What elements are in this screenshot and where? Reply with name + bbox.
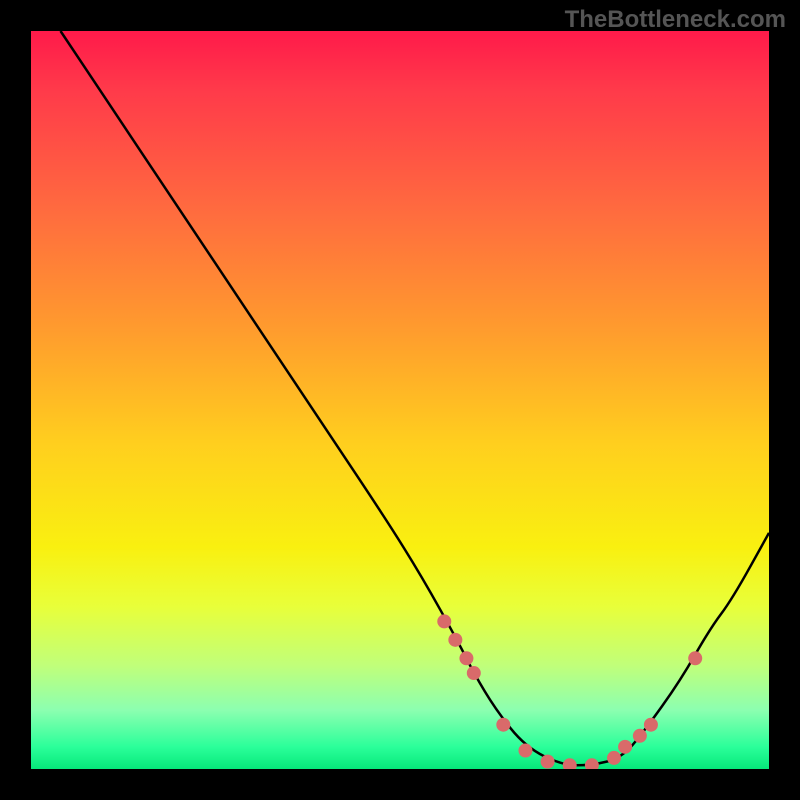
marker-point — [563, 758, 577, 769]
watermark-text: TheBottleneck.com — [565, 6, 786, 34]
marker-point — [644, 718, 658, 732]
chart-plot-area — [31, 31, 769, 769]
marker-point — [633, 729, 647, 743]
marker-point — [437, 614, 451, 628]
highlight-markers — [437, 614, 702, 769]
marker-point — [448, 633, 462, 647]
marker-point — [496, 718, 510, 732]
bottleneck-curve — [61, 31, 769, 765]
marker-point — [607, 751, 621, 765]
marker-point — [618, 740, 632, 754]
marker-point — [688, 651, 702, 665]
marker-point — [585, 758, 599, 769]
marker-point — [541, 755, 555, 769]
chart-svg — [31, 31, 769, 769]
marker-point — [467, 666, 481, 680]
marker-point — [459, 651, 473, 665]
marker-point — [518, 744, 532, 758]
